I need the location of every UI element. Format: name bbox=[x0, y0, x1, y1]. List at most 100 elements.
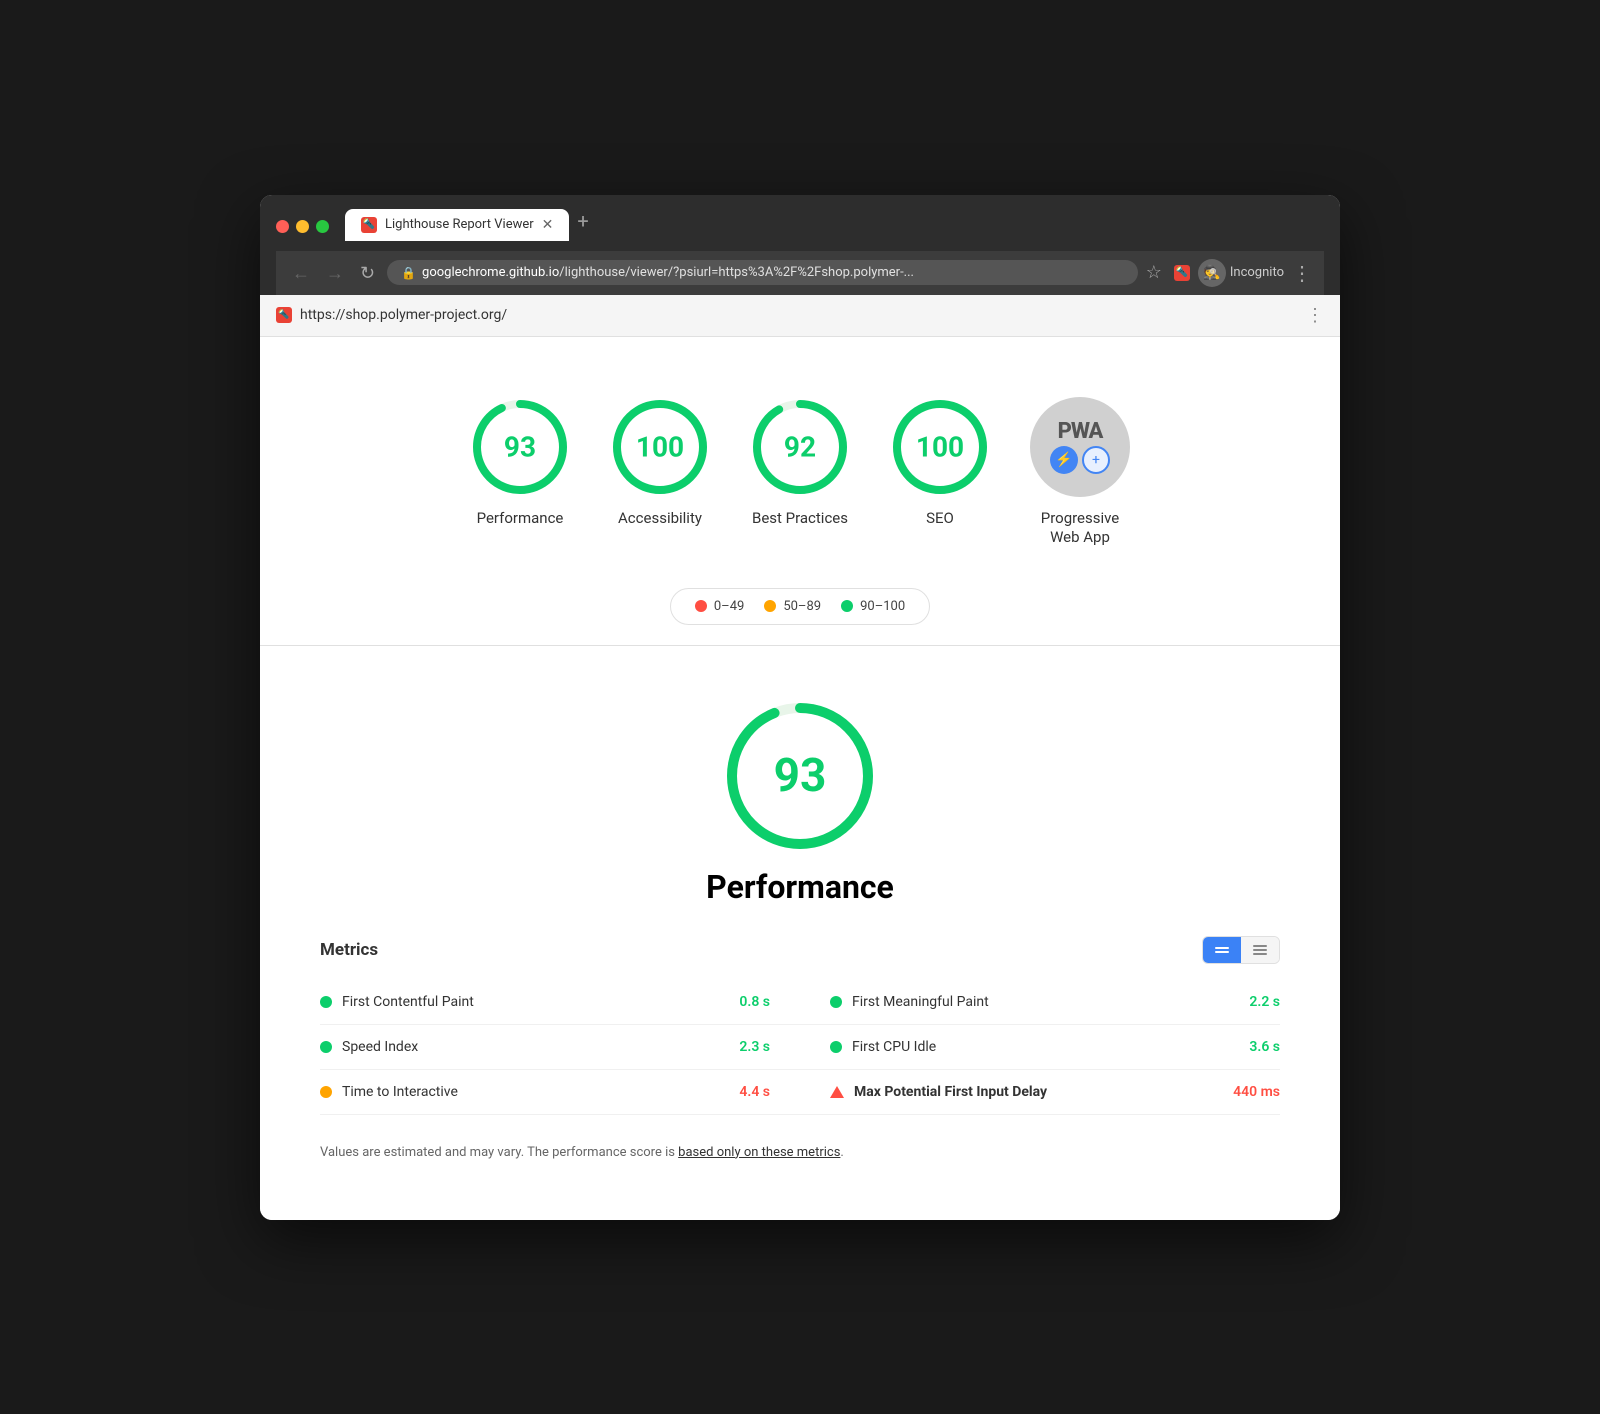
new-tab-button[interactable]: + bbox=[569, 209, 596, 241]
metrics-note-end: . bbox=[840, 1145, 843, 1160]
score-ring-best-practices: 92 bbox=[750, 397, 850, 497]
forward-button[interactable]: → bbox=[322, 262, 348, 284]
metric-row-fmp: First Meaningful Paint 2.2 s bbox=[800, 980, 1280, 1025]
browser-window: 🔦 Lighthouse Report Viewer ✕ + ← → ↻ 🔒 g… bbox=[260, 195, 1340, 1220]
performance-section: 93 Performance Metrics bbox=[320, 656, 1280, 1180]
metric-value-fmp: 2.2 s bbox=[1249, 994, 1280, 1010]
tab-favicon: 🔦 bbox=[361, 217, 377, 233]
metric-name-mpfid: Max Potential First Input Delay bbox=[854, 1084, 1223, 1100]
legend-box: 0–49 50–89 90–100 bbox=[670, 588, 930, 625]
score-label-accessibility: Accessibility bbox=[618, 509, 702, 529]
metric-dot-fci bbox=[830, 1041, 842, 1053]
toggle-collapsed-button[interactable] bbox=[1241, 937, 1279, 963]
metrics-title: Metrics bbox=[320, 940, 378, 960]
incognito-label: Incognito bbox=[1230, 265, 1284, 280]
score-value-best-practices: 92 bbox=[784, 430, 816, 463]
metric-name-si: Speed Index bbox=[342, 1039, 729, 1055]
score-label-seo: SEO bbox=[926, 509, 954, 529]
section-divider bbox=[260, 645, 1340, 646]
incognito-badge: 🕵️ Incognito bbox=[1198, 259, 1284, 287]
legend-item-fail: 0–49 bbox=[695, 599, 744, 614]
pwa-badge: PWA ⚡ + bbox=[1030, 397, 1130, 497]
collapsed-icon bbox=[1253, 945, 1267, 955]
tab-label: Lighthouse Report Viewer bbox=[385, 217, 534, 232]
metric-value-fci: 3.6 s bbox=[1249, 1039, 1280, 1055]
legend-item-average: 50–89 bbox=[764, 599, 821, 614]
performance-title: Performance bbox=[706, 868, 894, 906]
score-card-seo[interactable]: 100 SEO bbox=[890, 397, 990, 529]
metrics-left-column: First Contentful Paint 0.8 s Speed Index… bbox=[320, 980, 800, 1115]
extension-icon[interactable]: 🔦 bbox=[1174, 265, 1190, 281]
active-tab[interactable]: 🔦 Lighthouse Report Viewer ✕ bbox=[345, 209, 569, 241]
metric-row-fci: First CPU Idle 3.6 s bbox=[800, 1025, 1280, 1070]
metric-triangle-mpfid bbox=[830, 1086, 844, 1098]
metric-value-fcp: 0.8 s bbox=[739, 994, 770, 1010]
tab-close-button[interactable]: ✕ bbox=[542, 217, 554, 233]
score-ring-performance: 93 bbox=[470, 397, 570, 497]
metric-dot-fmp bbox=[830, 996, 842, 1008]
metric-name-tti: Time to Interactive bbox=[342, 1084, 729, 1100]
incognito-icon: 🕵️ bbox=[1198, 259, 1226, 287]
lh-report: 93 Performance 100 Accessibility bbox=[260, 337, 1340, 1220]
score-legend: 0–49 50–89 90–100 bbox=[320, 588, 1280, 625]
metric-dot-tti bbox=[320, 1086, 332, 1098]
metric-name-fmp: First Meaningful Paint bbox=[852, 994, 1239, 1010]
metric-row-mpfid: Max Potential First Input Delay 440 ms bbox=[800, 1070, 1280, 1115]
toggle-expanded-button[interactable] bbox=[1203, 937, 1241, 963]
expanded-icon bbox=[1215, 947, 1229, 953]
legend-range-average: 50–89 bbox=[783, 599, 821, 614]
metric-value-si: 2.3 s bbox=[739, 1039, 770, 1055]
metrics-note-link[interactable]: based only on these metrics bbox=[678, 1145, 840, 1160]
browser-tabs-row: 🔦 Lighthouse Report Viewer ✕ + bbox=[276, 209, 1324, 241]
score-card-pwa[interactable]: PWA ⚡ + ProgressiveWeb App bbox=[1030, 397, 1130, 548]
browser-titlebar: 🔦 Lighthouse Report Viewer ✕ + ← → ↻ 🔒 g… bbox=[260, 195, 1340, 295]
score-label-best-practices: Best Practices bbox=[752, 509, 848, 529]
metric-row-si: Speed Index 2.3 s bbox=[320, 1025, 800, 1070]
view-toggle bbox=[1202, 936, 1280, 964]
metric-value-mpfid: 440 ms bbox=[1233, 1084, 1280, 1100]
performance-score-large: 93 Performance bbox=[320, 696, 1280, 906]
pwa-add-icon: + bbox=[1082, 446, 1110, 474]
traffic-light-red[interactable] bbox=[276, 220, 289, 233]
legend-dot-pass bbox=[841, 600, 853, 612]
browser-nav-bar: ← → ↻ 🔒 googlechrome.github.io/lighthous… bbox=[276, 251, 1324, 295]
metrics-section: Metrics bbox=[320, 936, 1280, 1160]
legend-range-pass: 90–100 bbox=[860, 599, 905, 614]
performance-ring-large: 93 bbox=[720, 696, 880, 856]
score-card-accessibility[interactable]: 100 Accessibility bbox=[610, 397, 710, 529]
traffic-light-green[interactable] bbox=[316, 220, 329, 233]
metric-row-fcp: First Contentful Paint 0.8 s bbox=[320, 980, 800, 1025]
score-label-pwa: ProgressiveWeb App bbox=[1041, 509, 1120, 548]
legend-range-fail: 0–49 bbox=[714, 599, 744, 614]
score-value-performance: 93 bbox=[504, 430, 536, 463]
metrics-right-column: First Meaningful Paint 2.2 s First CPU I… bbox=[800, 980, 1280, 1115]
score-card-performance[interactable]: 93 Performance bbox=[470, 397, 570, 529]
metrics-header: Metrics bbox=[320, 936, 1280, 964]
score-card-best-practices[interactable]: 92 Best Practices bbox=[750, 397, 850, 529]
lh-url-more-button[interactable]: ⋮ bbox=[1306, 305, 1324, 326]
score-label-performance: Performance bbox=[477, 509, 564, 529]
address-path: /lighthouse/viewer/?psiurl=https%3A%2F%2… bbox=[559, 265, 914, 280]
metric-name-fci: First CPU Idle bbox=[852, 1039, 1239, 1055]
metric-row-tti: Time to Interactive 4.4 s bbox=[320, 1070, 800, 1115]
metric-dot-si bbox=[320, 1041, 332, 1053]
lock-icon: 🔒 bbox=[401, 266, 416, 280]
back-button[interactable]: ← bbox=[288, 262, 314, 284]
address-domain: googlechrome.github.io bbox=[422, 265, 559, 280]
lh-url-favicon: 🔦 bbox=[276, 307, 292, 323]
traffic-light-yellow[interactable] bbox=[296, 220, 309, 233]
lh-url-text: https://shop.polymer-project.org/ bbox=[300, 307, 1298, 323]
pwa-icons: ⚡ + bbox=[1050, 446, 1110, 474]
star-icon[interactable]: ☆ bbox=[1146, 262, 1162, 283]
legend-dot-average bbox=[764, 600, 776, 612]
address-bar[interactable]: 🔒 googlechrome.github.io/lighthouse/view… bbox=[387, 260, 1138, 285]
refresh-button[interactable]: ↻ bbox=[356, 262, 379, 284]
performance-score-number: 93 bbox=[774, 749, 827, 803]
legend-item-pass: 90–100 bbox=[841, 599, 905, 614]
metrics-grid: First Contentful Paint 0.8 s Speed Index… bbox=[320, 980, 1280, 1115]
metric-name-fcp: First Contentful Paint bbox=[342, 994, 729, 1010]
score-cards: 93 Performance 100 Accessibility bbox=[320, 377, 1280, 578]
pwa-text: PWA bbox=[1058, 419, 1103, 444]
more-options-button[interactable]: ⋮ bbox=[1292, 261, 1312, 285]
score-ring-accessibility: 100 bbox=[610, 397, 710, 497]
